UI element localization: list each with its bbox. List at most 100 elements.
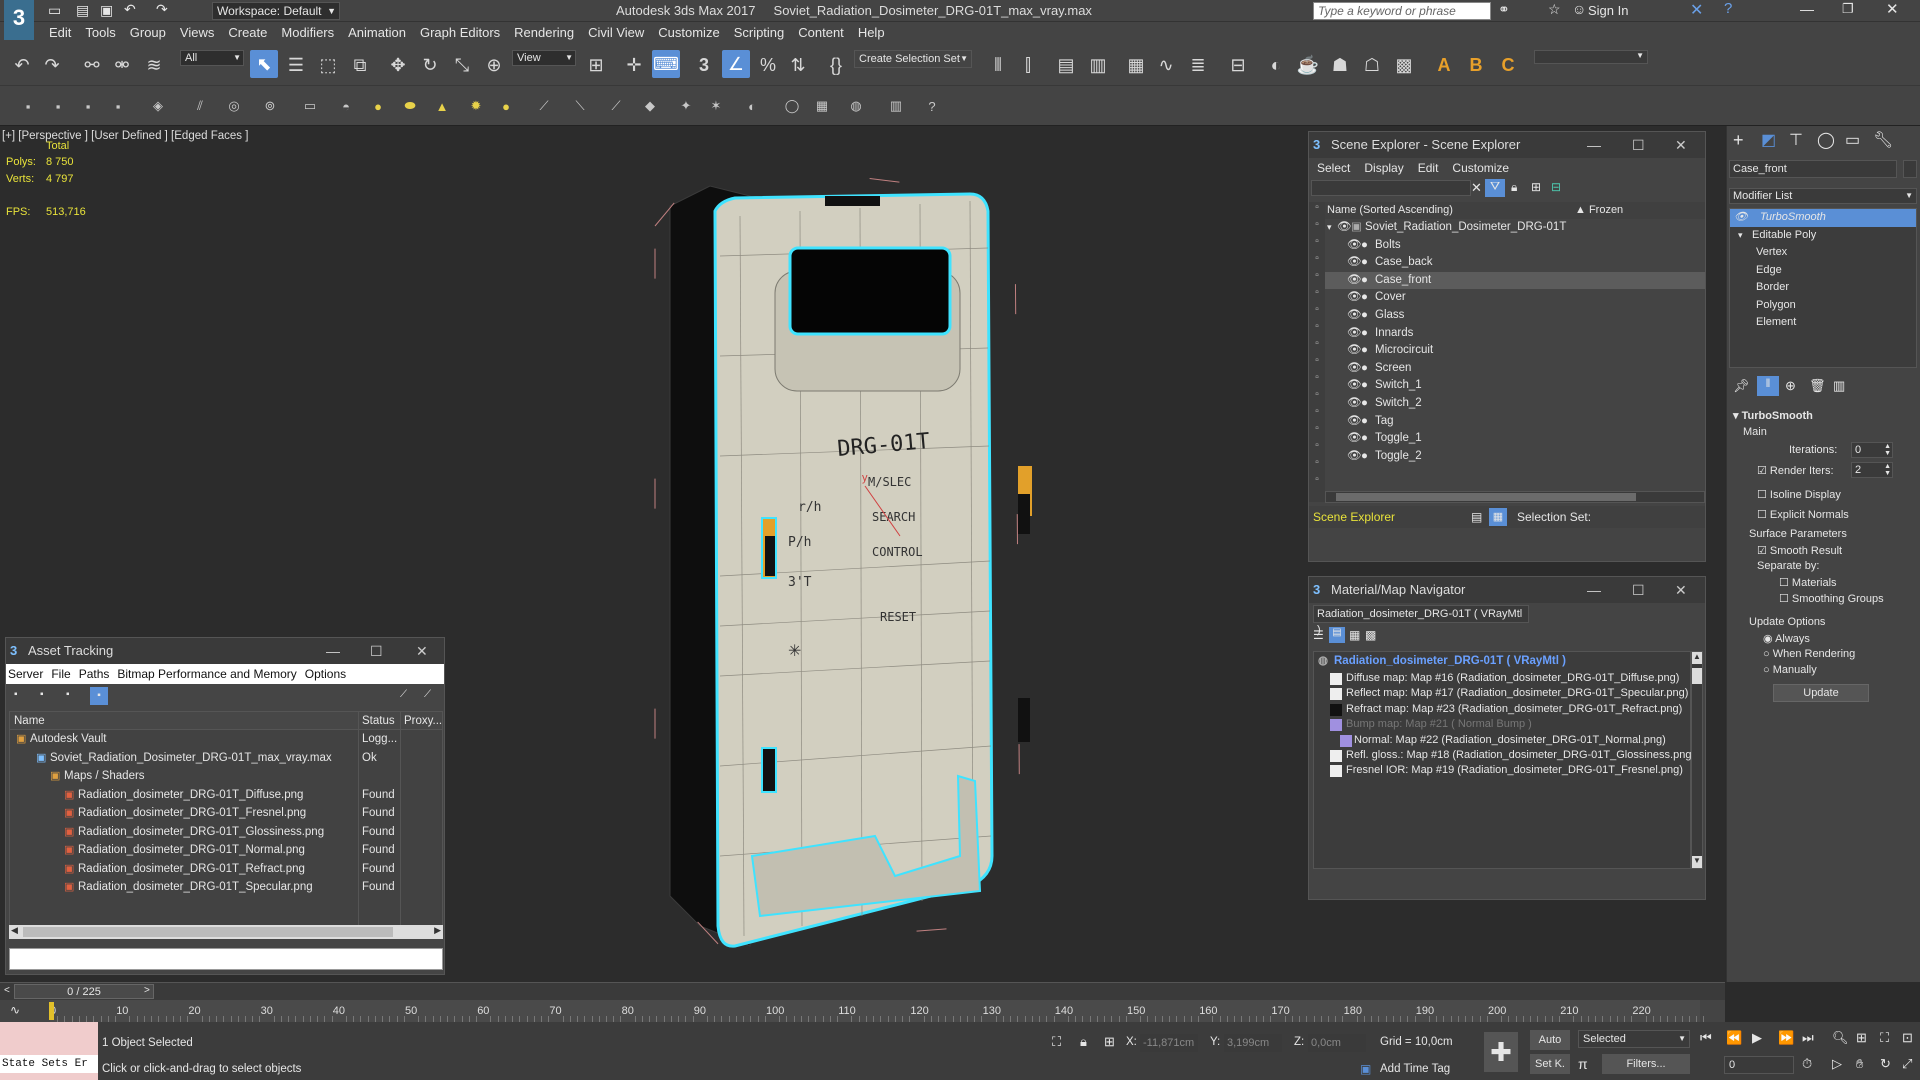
close-icon[interactable]: ✕ <box>1675 132 1687 158</box>
asset-row[interactable]: ▣ Maps / Shaders <box>10 767 442 786</box>
star-icon[interactable]: ☆ <box>1548 1 1561 18</box>
object-name-field[interactable]: Case_front <box>1729 160 1897 178</box>
display-all-icon[interactable]: ▫ <box>1309 423 1325 440</box>
column-name-header[interactable]: Name (Sorted Ascending) <box>1327 202 1453 219</box>
server-icon[interactable]: ▪ <box>14 689 18 700</box>
object-color-swatch[interactable] <box>1903 160 1917 178</box>
scene-item-switch-2[interactable]: 👁︎ ● Switch_2 <box>1325 395 1705 413</box>
small-icons-view-icon[interactable]: ▦ <box>1349 628 1360 642</box>
extra-dropdown[interactable]: ▼ <box>1534 50 1648 64</box>
scene-item-cover[interactable]: 👁︎ ● Cover <box>1325 289 1705 307</box>
set-key-button[interactable]: Set K. <box>1530 1054 1570 1074</box>
scene-item-switch-1[interactable]: 👁︎ ● Switch_1 <box>1325 377 1705 395</box>
go-to-end-icon[interactable]: ⏭ <box>1802 1030 1814 1046</box>
spinner-arrows-icon[interactable]: ▲ ▼ <box>1884 443 1891 457</box>
scene-item-glass[interactable]: 👁︎ ● Glass <box>1325 307 1705 325</box>
scene-explorer-footer-label[interactable]: Scene Explorer <box>1313 506 1395 528</box>
display-xrefs-icon[interactable]: ▫ <box>1309 338 1325 355</box>
render-iters-checkbox[interactable]: ☑ Render Iters: <box>1757 464 1834 477</box>
checkin-icon[interactable]: ▪ <box>40 689 44 700</box>
menu-item-scripting[interactable]: Scripting <box>727 22 792 44</box>
scene-explorer-search-input[interactable] <box>1311 180 1471 196</box>
z-coord-field[interactable]: 0,0cm <box>1308 1034 1366 1052</box>
turbosmooth-rollout-header[interactable]: ▾ TurboSmooth <box>1729 408 1917 424</box>
scene-explorer-header[interactable]: 3 Scene Explorer - Scene Explorer — ☐ ✕ <box>1309 132 1705 158</box>
selection-filter-dropdown[interactable]: All ▼ <box>180 50 244 66</box>
window-crossing-icon[interactable]: ⧉ <box>346 51 374 79</box>
refresh-icon[interactable]: ⟋ <box>424 689 431 700</box>
restore-icon[interactable]: ❐ <box>1842 1 1854 17</box>
grid-icon[interactable]: ▦ <box>812 96 832 116</box>
unlink-icon[interactable]: ⚮ <box>108 51 136 79</box>
asset-row[interactable]: ▣ Radiation_dosimeter_DRG-01T_Fresnel.png… <box>10 804 442 823</box>
lock-icon[interactable]: 🔒︎ <box>1511 180 1517 195</box>
clear-search-icon[interactable]: ✕ <box>1471 180 1482 196</box>
layers-icon[interactable]: ▤ <box>1471 506 1482 528</box>
effect-icon[interactable]: ✦ <box>676 96 696 116</box>
manually-radio[interactable]: ○ Manually <box>1763 664 1817 676</box>
menu-item-civil-view[interactable]: Civil View <box>581 22 651 44</box>
close-icon[interactable]: ✕ <box>1675 577 1687 603</box>
hscroll-thumb[interactable] <box>1336 493 1636 501</box>
maximize-icon[interactable]: ☐ <box>1632 577 1645 603</box>
cone-icon[interactable]: ◓ <box>336 96 356 116</box>
motion-tab-icon[interactable]: ◯ <box>1817 130 1835 150</box>
visibility-icon[interactable]: 👁︎ <box>1347 342 1362 360</box>
y-coord-field[interactable]: 3,199cm <box>1224 1034 1282 1052</box>
cylinder-icon[interactable]: ⬬ <box>400 96 420 116</box>
visibility-icon[interactable]: 👁︎ <box>1347 237 1362 255</box>
scene-item-tag[interactable]: 👁︎ ● Tag <box>1325 413 1705 431</box>
sphere-icon[interactable]: ● <box>368 96 388 116</box>
isolate-icon[interactable]: ⛶ <box>1052 1034 1061 1050</box>
selection-lock-icon[interactable]: 🔒︎ <box>1080 1034 1087 1050</box>
snap-3d-icon[interactable]: 3 <box>690 51 718 79</box>
particle-icon[interactable]: ◆ <box>640 96 660 116</box>
vscroll-thumb[interactable] <box>1692 668 1702 684</box>
asset-row[interactable]: ▣ Soviet_Radiation_Dosimeter_DRG-01T_max_… <box>10 749 442 768</box>
system-icon[interactable]: ◎ <box>224 96 244 116</box>
maximize-viewport-icon[interactable]: ⤢ <box>1902 1056 1912 1072</box>
menu-item-views[interactable]: Views <box>173 22 221 44</box>
always-radio[interactable]: ◉ Always <box>1763 632 1810 645</box>
schematic-view-icon[interactable]: ⊟ <box>1224 51 1252 79</box>
spinner-arrows-icon[interactable]: ▲ ▼ <box>1884 463 1891 477</box>
make-unique-icon[interactable]: ⊕ <box>1785 378 1796 394</box>
modifier-stack-item[interactable]: Edge <box>1730 262 1916 280</box>
display-containers-icon[interactable]: ▫ <box>1309 372 1325 389</box>
materials-checkbox[interactable]: ☐ Materials <box>1779 576 1837 589</box>
text-c-icon[interactable]: C <box>1494 51 1522 79</box>
orbit-icon[interactable]: ↻ <box>1880 1056 1891 1072</box>
material-vscroll[interactable]: ▲ ▼ <box>1691 651 1703 869</box>
save-file-icon[interactable]: ▣ <box>100 2 113 19</box>
material-map-item[interactable]: Fresnel IOR: Map #19 (Radiation_dosimete… <box>1314 763 1690 778</box>
time-slider[interactable]: < 0 / 225 > <box>0 982 1725 1000</box>
explicit-normals-checkbox[interactable]: ☐ Explicit Normals <box>1757 508 1849 521</box>
exchange-icon[interactable]: ✕ <box>1690 0 1703 20</box>
prev-key-icon[interactable]: ⏪ <box>1726 1030 1742 1046</box>
sync-icon[interactable]: ⊟ <box>1551 180 1561 194</box>
asset-menu-options[interactable]: Options <box>305 667 346 681</box>
visibility-icon[interactable]: 👁︎ <box>1337 219 1352 237</box>
percent-snap-icon[interactable]: % <box>754 51 782 79</box>
display-spacewarps-icon[interactable]: ▫ <box>1309 304 1325 321</box>
render-production-icon[interactable]: ☖ <box>1358 51 1386 79</box>
scene-explorer-menu-customize[interactable]: Customize <box>1452 161 1509 175</box>
question-icon[interactable]: ? <box>922 96 942 116</box>
open-file-icon[interactable]: ▤ <box>76 2 89 19</box>
display-hidden-icon[interactable]: ▫ <box>1309 406 1325 423</box>
asset-column-name[interactable]: Name <box>14 712 45 730</box>
modifier-stack-item[interactable]: Vertex <box>1730 244 1916 262</box>
layers-icon[interactable]: ▪ <box>18 96 38 116</box>
close-icon[interactable]: ✕ <box>1886 0 1899 18</box>
minimize-icon[interactable]: — <box>1587 132 1601 158</box>
modifier-stack-item[interactable]: 👁︎ TurboSmooth <box>1730 209 1916 227</box>
text-b-icon[interactable]: B <box>1462 51 1490 79</box>
when-rendering-radio[interactable]: ○ When Rendering <box>1763 648 1855 660</box>
visibility-icon[interactable]: 👁︎ <box>1347 395 1362 413</box>
material-map-item[interactable]: Normal: Map #22 (Radiation_dosimeter_DRG… <box>1314 733 1690 748</box>
space-warp-icon[interactable]: ⫽ <box>190 96 210 116</box>
menu-item-group[interactable]: Group <box>123 22 173 44</box>
material-icon[interactable]: ◐ <box>742 96 762 116</box>
time-config-icon[interactable]: ⏱ <box>1802 1056 1812 1072</box>
select-object-icon[interactable]: ⬉ <box>250 50 278 78</box>
